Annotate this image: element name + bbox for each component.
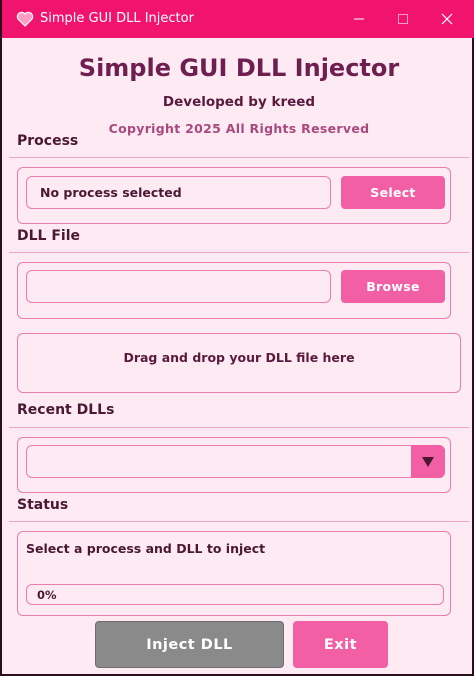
minimize-button[interactable]	[336, 0, 382, 38]
minimize-icon	[353, 10, 365, 29]
triangle-down-icon	[422, 452, 434, 471]
dropdown-arrow-button[interactable]	[411, 445, 445, 478]
recent-section-label: Recent DLLs	[17, 402, 115, 418]
dll-path-field[interactable]	[26, 270, 331, 303]
status-section-label: Status	[17, 497, 69, 513]
title-bar[interactable]: Simple GUI DLL Injector	[2, 0, 474, 38]
status-group: Select a process and DLL to inject 0%	[17, 531, 451, 616]
progress-text: 0%	[37, 588, 57, 602]
recent-dlls-dropdown[interactable]	[26, 445, 445, 478]
progress-bar: 0%	[26, 584, 444, 605]
dll-group: Browse	[17, 262, 451, 319]
developer-credit: Developed by kreed	[162, 94, 316, 110]
section-divider	[9, 427, 469, 428]
inject-dll-button[interactable]: Inject DLL	[95, 621, 284, 668]
section-divider	[9, 252, 469, 253]
dll-section-label: DLL File	[17, 228, 80, 244]
maximize-icon	[397, 10, 409, 29]
drop-zone-text: Drag and drop your DLL file here	[123, 349, 355, 365]
process-group: No process selected Select	[17, 167, 451, 224]
app-heading: Simple GUI DLL Injector	[78, 54, 400, 82]
status-message: Select a process and DLL to inject	[26, 541, 266, 556]
browse-button[interactable]: Browse	[341, 270, 445, 303]
section-divider	[9, 157, 469, 158]
process-field[interactable]: No process selected	[26, 176, 331, 209]
dll-drop-zone[interactable]: Drag and drop your DLL file here	[17, 333, 461, 393]
close-icon	[441, 10, 453, 29]
process-section-label: Process	[17, 133, 79, 149]
recent-group	[17, 437, 451, 493]
app-window: Simple GUI DLL Injector Simple GUI DLL I…	[0, 0, 474, 676]
select-process-button[interactable]: Select	[341, 176, 445, 209]
section-divider	[9, 521, 469, 522]
heart-icon	[16, 10, 34, 28]
maximize-button[interactable]	[380, 0, 426, 38]
window-title: Simple GUI DLL Injector	[40, 11, 194, 26]
close-button[interactable]	[424, 0, 470, 38]
exit-button[interactable]: Exit	[293, 621, 388, 668]
